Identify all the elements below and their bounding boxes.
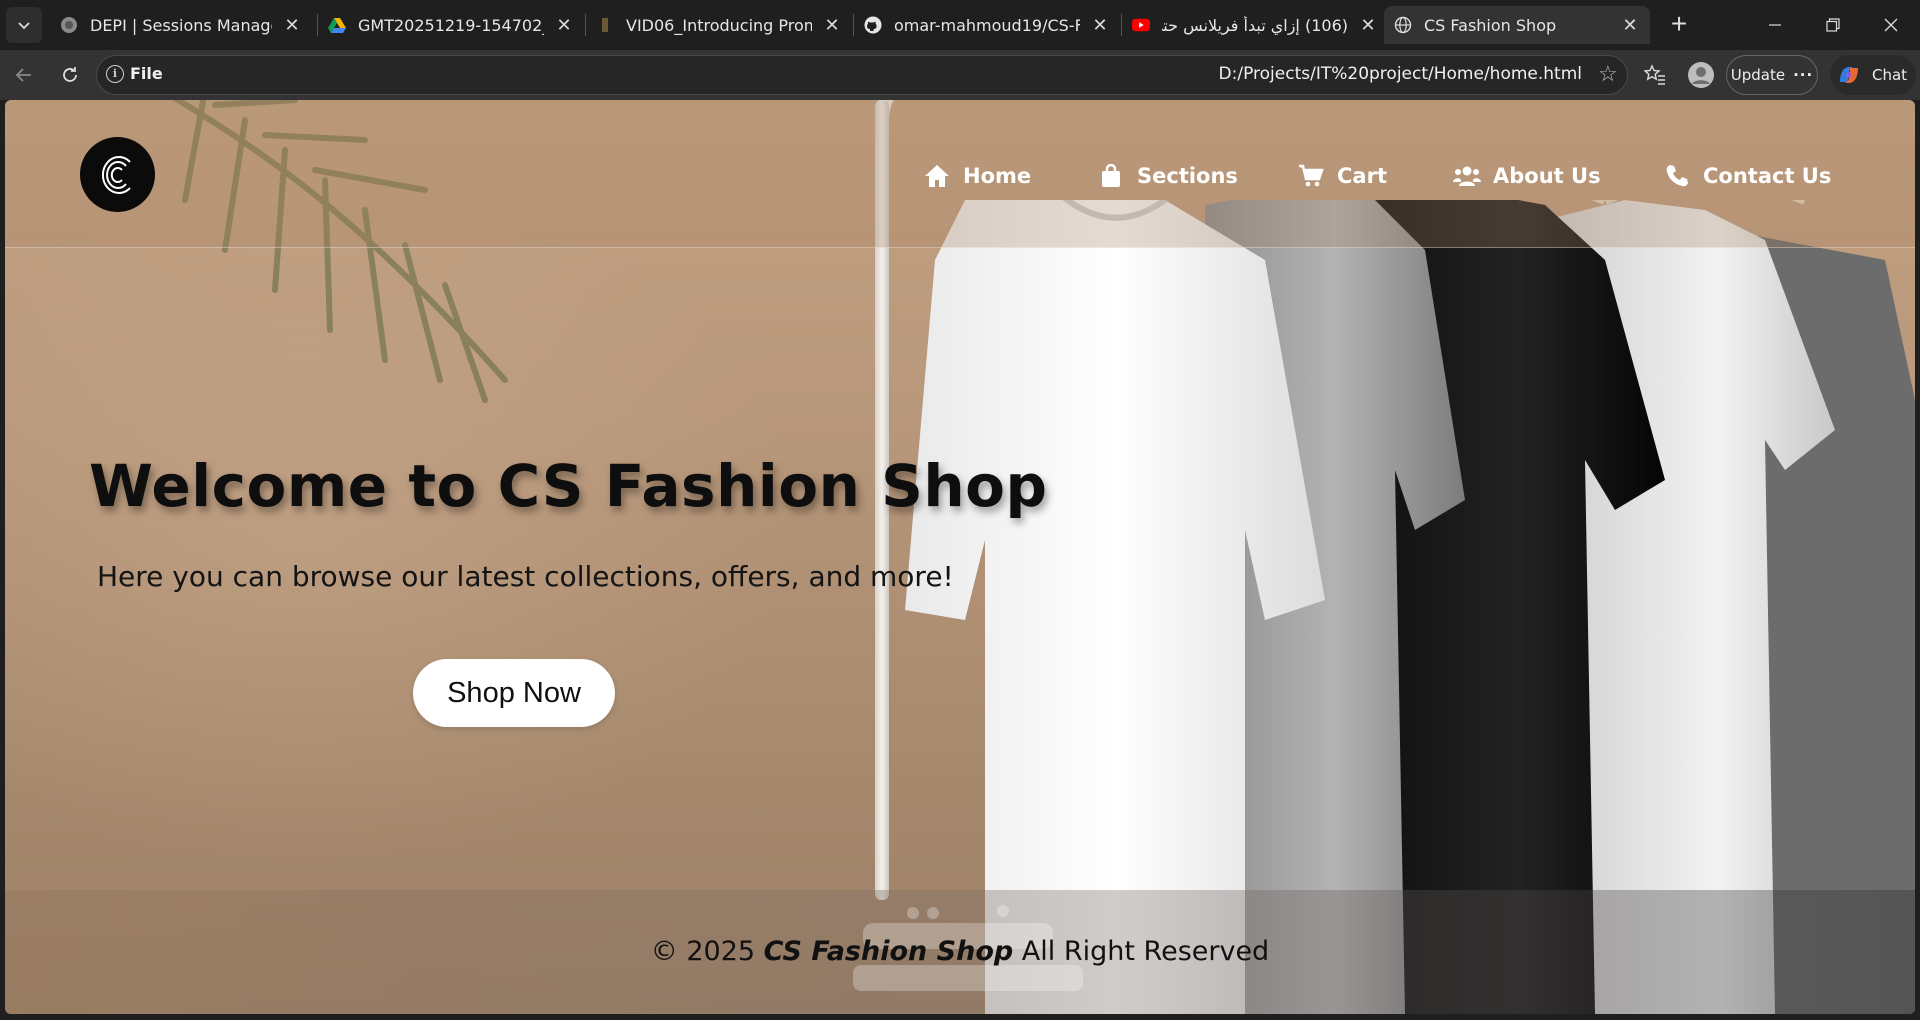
tab-github[interactable]: omar-mahmoud19/CS-Fashio ✕: [854, 6, 1120, 44]
favorites-icon[interactable]: [1642, 62, 1668, 88]
arrow-left-icon: [15, 68, 31, 82]
close-icon[interactable]: ✕: [282, 15, 302, 36]
minimize-button[interactable]: [1746, 0, 1804, 50]
reload-button[interactable]: [54, 59, 86, 91]
restore-icon: [1826, 18, 1840, 32]
restore-button[interactable]: [1804, 0, 1862, 50]
close-icon[interactable]: ✕: [1358, 15, 1378, 36]
back-button[interactable]: [8, 59, 40, 91]
hero-title: Welcome to CS Fashion Shop: [89, 452, 1048, 520]
phone-icon: [1663, 162, 1691, 190]
nav-sections[interactable]: Sections: [1097, 158, 1238, 194]
cart-icon: [1297, 162, 1325, 190]
rights-text: All Right Reserved: [1021, 936, 1270, 967]
shop-now-button[interactable]: Shop Now: [413, 659, 615, 727]
minimize-icon: [1769, 24, 1781, 26]
reload-icon: [63, 67, 77, 82]
close-icon: [1884, 18, 1898, 32]
tab-recording[interactable]: GMT20251219-154702_Recor ✕: [318, 6, 584, 44]
info-icon[interactable]: i: [106, 65, 124, 83]
tab-title: (106) إزاي تبدأ فريلانس حتى لو: [1162, 15, 1348, 35]
users-icon: [1453, 162, 1481, 190]
copilot-chat-button[interactable]: Chat: [1830, 55, 1916, 95]
copilot-icon: [1840, 67, 1858, 83]
nav-label: Home: [963, 164, 1032, 188]
address-scheme-label: File: [130, 64, 163, 83]
nav-home[interactable]: Home: [923, 158, 1031, 194]
more-options-icon: ···: [1793, 66, 1814, 84]
star-icon[interactable]: ☆: [1598, 63, 1618, 85]
nav-about-us[interactable]: About Us: [1453, 158, 1601, 194]
tab-video[interactable]: VID06_Introducing Prompt en ✕: [586, 6, 852, 44]
site-logo[interactable]: [80, 137, 155, 212]
update-label: Update: [1730, 66, 1786, 84]
google-drive-icon: [328, 16, 346, 34]
footer-brand: CS Fashion Shop: [763, 936, 1014, 967]
site-header: Home Sections Cart About Us Contact Us: [5, 100, 1915, 248]
profile-avatar-icon[interactable]: [1686, 60, 1716, 90]
depi-favicon-icon: [60, 16, 78, 34]
tab-title: GMT20251219-154702_Recor: [358, 15, 544, 35]
chat-label: Chat: [1872, 66, 1908, 84]
nav-label: About Us: [1493, 164, 1601, 188]
nav-contact-us[interactable]: Contact Us: [1663, 158, 1831, 194]
site-footer: © 2025 CS Fashion Shop All Right Reserve…: [5, 936, 1915, 967]
tab-youtube[interactable]: (106) إزاي تبدأ فريلانس حتى لو ✕: [1122, 6, 1388, 44]
close-icon[interactable]: ✕: [822, 15, 842, 36]
tab-title: CS Fashion Shop: [1424, 15, 1557, 35]
tab-cs-fashion-shop[interactable]: CS Fashion Shop ✕: [1384, 6, 1650, 44]
globe-icon: [1394, 16, 1412, 34]
tab-title: VID06_Introducing Prompt en: [626, 15, 812, 35]
page-viewport: Home Sections Cart About Us Contact Us W…: [5, 100, 1915, 1014]
new-tab-button[interactable]: +: [1660, 6, 1698, 44]
copyright-text: © 2025: [650, 936, 756, 967]
video-thumbnail-icon: [596, 16, 614, 34]
close-icon[interactable]: ✕: [554, 15, 574, 36]
tab-title: omar-mahmoud19/CS-Fashio: [894, 15, 1080, 35]
nav-label: Contact Us: [1703, 164, 1832, 188]
chevron-down-icon: [18, 22, 30, 30]
hero-subtitle: Here you can browse our latest collectio…: [97, 560, 954, 593]
close-icon[interactable]: ✕: [1090, 15, 1110, 36]
tab-bar: DEPI | Sessions Management ✕ GMT20251219…: [0, 0, 1920, 50]
close-icon[interactable]: ✕: [1620, 15, 1640, 36]
tab-title: DEPI | Sessions Management: [90, 15, 272, 35]
cs-logo-icon: [101, 155, 131, 194]
update-button[interactable]: Update ···: [1726, 55, 1818, 95]
nav-label: Sections: [1137, 164, 1238, 188]
nav-cart[interactable]: Cart: [1297, 158, 1387, 194]
home-icon: [923, 162, 951, 190]
tab-depi[interactable]: DEPI | Sessions Management ✕: [50, 6, 312, 44]
address-url[interactable]: D:/Projects/IT%20project/Home/home.html: [1219, 64, 1582, 84]
nav-label: Cart: [1337, 164, 1387, 188]
close-window-button[interactable]: [1862, 0, 1920, 50]
youtube-icon: [1132, 16, 1150, 34]
shopping-bag-icon: [1097, 162, 1125, 190]
tab-list-button[interactable]: [6, 7, 42, 43]
github-icon: [864, 16, 882, 34]
